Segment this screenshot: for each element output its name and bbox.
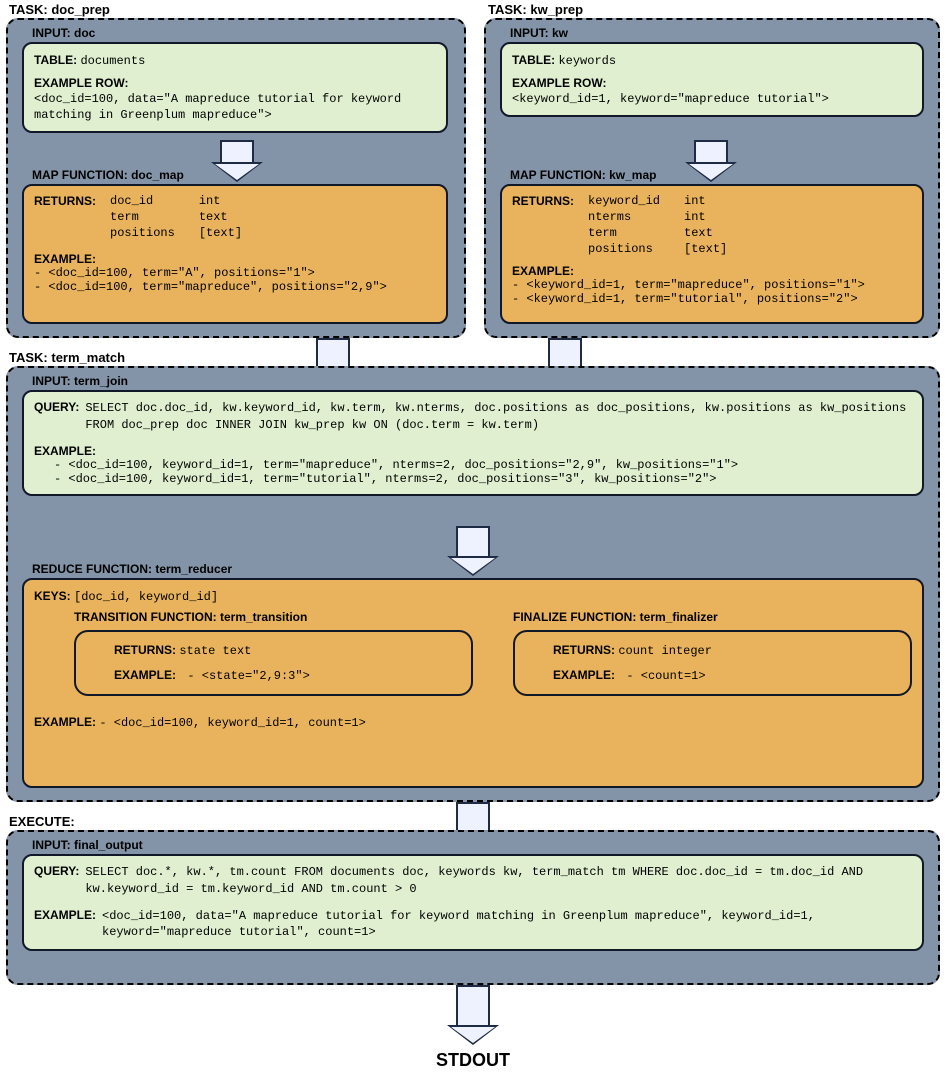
map-example-line-2-kw: - <keyword_id=1, term="tutorial", positi… <box>512 292 912 306</box>
map-example-line-2: - <doc_id=100, term="mapreduce", positio… <box>34 280 436 294</box>
tj-example-line-1: - <doc_id=100, keyword_id=1, term="mapre… <box>54 458 912 472</box>
returns-table-doc: doc_idint termtext positions[text] <box>110 194 242 240</box>
final-example-label: EXAMPLE: <box>34 908 96 942</box>
reduce-example-value: - <doc_id=100, keyword_id=1, count=1> <box>99 716 365 730</box>
input-header-doc: INPUT: doc <box>32 26 95 40</box>
map-example-label: EXAMPLE: <box>34 252 436 266</box>
input-box-termjoin: QUERY: SELECT doc.doc_id, kw.keyword_id,… <box>22 390 924 496</box>
tj-example-label: EXAMPLE: <box>34 444 912 458</box>
execute-block: INPUT: final_output QUERY: SELECT doc.*,… <box>6 830 940 985</box>
keys-label: KEYS: <box>34 589 71 603</box>
returns-table-kw: keyword_idint ntermsint termtext positio… <box>588 194 727 256</box>
returns-label-kw: RETURNS: <box>512 194 574 208</box>
transition-box: RETURNS: state text EXAMPLE: - <state="2… <box>74 630 473 696</box>
reduce-example-label: EXAMPLE: <box>34 715 96 729</box>
input-header-final: INPUT: final_output <box>32 838 143 852</box>
transition-example-label: EXAMPLE: <box>114 668 176 682</box>
input-box-kw: TABLE: keywords EXAMPLE ROW: <keyword_id… <box>500 42 924 117</box>
map-box-kw: RETURNS: keyword_idint ntermsint termtex… <box>500 184 924 324</box>
example-row-label: EXAMPLE ROW: <box>34 76 436 90</box>
map-box-doc: RETURNS: doc_idint termtext positions[te… <box>22 184 448 324</box>
example-row-label-kw: EXAMPLE ROW: <box>512 76 912 90</box>
example-row-value: <doc_id=100, data="A mapreduce tutorial … <box>34 91 436 123</box>
table-value-kw: keywords <box>558 54 616 68</box>
finalize-box: RETURNS: count integer EXAMPLE: - <count… <box>513 630 912 696</box>
table-label: TABLE: <box>34 53 77 67</box>
task-block-term-match: INPUT: term_join QUERY: SELECT doc.doc_i… <box>6 366 940 802</box>
transition-header: TRANSITION FUNCTION: term_transition <box>74 610 473 624</box>
returns-label: RETURNS: <box>34 194 96 208</box>
input-box-doc: TABLE: documents EXAMPLE ROW: <doc_id=10… <box>22 42 448 133</box>
transition-returns-value: state text <box>179 644 251 658</box>
finalize-example-value: - <count=1> <box>626 669 705 683</box>
execute-label: EXECUTE: <box>9 814 75 829</box>
keys-value: [doc_id, keyword_id] <box>74 590 218 604</box>
map-example-line-1: - <doc_id=100, term="A", positions="1"> <box>34 266 436 280</box>
final-example-value: <doc_id=100, data="A mapreduce tutorial … <box>102 908 912 942</box>
finalize-returns-label: RETURNS: <box>553 643 615 657</box>
query-label: QUERY: <box>34 400 79 434</box>
table-label-kw: TABLE: <box>512 53 555 67</box>
finalize-header: FINALIZE FUNCTION: term_finalizer <box>513 610 912 624</box>
example-row-value-kw: <keyword_id=1, keyword="mapreduce tutori… <box>512 91 912 107</box>
final-query-label: QUERY: <box>34 864 79 898</box>
task-label-doc-prep: TASK: doc_prep <box>9 2 110 17</box>
reduce-header: REDUCE FUNCTION: term_reducer <box>32 562 232 576</box>
input-header-termjoin: INPUT: term_join <box>32 374 128 388</box>
query-value: SELECT doc.doc_id, kw.keyword_id, kw.ter… <box>85 400 912 434</box>
transition-returns-label: RETURNS: <box>114 643 176 657</box>
map-header-doc: MAP FUNCTION: doc_map <box>32 168 184 182</box>
diagram-page: TASK: doc_prep INPUT: doc TABLE: documen… <box>0 0 946 8</box>
tj-example-line-2: - <doc_id=100, keyword_id=1, term="tutor… <box>54 472 912 486</box>
finalize-example-label: EXAMPLE: <box>553 668 615 682</box>
input-box-final: QUERY: SELECT doc.*, kw.*, tm.count FROM… <box>22 854 924 951</box>
transition-example-value: - <state="2,9:3"> <box>187 669 309 683</box>
map-header-kw: MAP FUNCTION: kw_map <box>510 168 656 182</box>
task-label-term-match: TASK: term_match <box>9 350 125 365</box>
task-block-kw-prep: INPUT: kw TABLE: keywords EXAMPLE ROW: <… <box>484 18 940 338</box>
reduce-box: KEYS: [doc_id, keyword_id] TRANSITION FU… <box>22 578 924 788</box>
map-example-line-1-kw: - <keyword_id=1, term="mapreduce", posit… <box>512 278 912 292</box>
map-example-label-kw: EXAMPLE: <box>512 264 912 278</box>
task-block-doc-prep: INPUT: doc TABLE: documents EXAMPLE ROW:… <box>6 18 466 338</box>
final-query-value: SELECT doc.*, kw.*, tm.count FROM docume… <box>85 864 912 898</box>
table-value: documents <box>80 54 145 68</box>
task-label-kw-prep: TASK: kw_prep <box>488 2 583 17</box>
stdout-label: STDOUT <box>436 1050 510 1071</box>
finalize-returns-value: count integer <box>618 644 712 658</box>
input-header-kw: INPUT: kw <box>510 26 568 40</box>
